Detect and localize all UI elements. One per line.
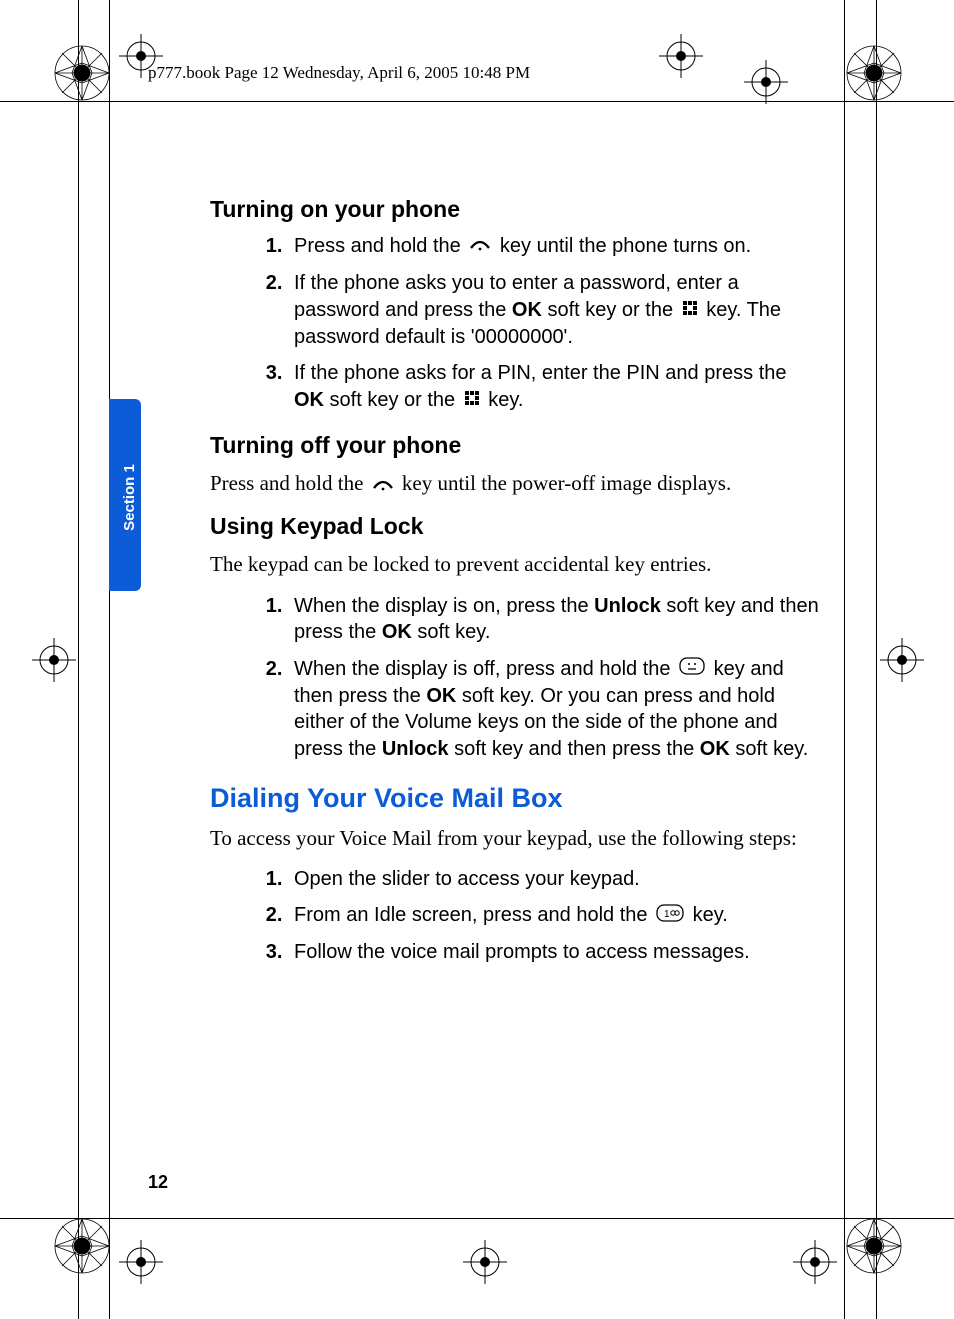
- crop-line-left-inner: [109, 0, 110, 1319]
- menu-grid-key-icon: [464, 387, 480, 414]
- heading-turning-on: Turning on your phone: [210, 196, 820, 223]
- registration-crosshair-icon: [880, 638, 924, 682]
- keypad-lock-steps: When the display is on, press the Unlock…: [210, 593, 820, 763]
- header-stamp: p777.book Page 12 Wednesday, April 6, 20…: [148, 63, 530, 83]
- end-call-key-icon: [372, 471, 394, 499]
- crop-line-right-inner: [844, 0, 845, 1319]
- crop-line-top: [0, 101, 954, 102]
- soft-key-icon: [679, 656, 705, 683]
- crop-line-left-outer: [78, 0, 79, 1319]
- section-tab-label: Section 1: [121, 464, 138, 531]
- page-container: p777.book Page 12 Wednesday, April 6, 20…: [0, 0, 954, 1319]
- registration-crosshair-icon: [659, 34, 703, 78]
- heading-voice-mail: Dialing Your Voice Mail Box: [210, 783, 820, 814]
- registration-crosshair-icon: [793, 1240, 837, 1284]
- turning-on-steps: Press and hold the key until the phone t…: [210, 233, 820, 414]
- list-item: If the phone asks you to enter a passwor…: [288, 270, 820, 350]
- registration-crosshair-icon: [744, 60, 788, 104]
- paragraph-keypad-lock: The keypad can be locked to prevent acci…: [210, 550, 820, 578]
- menu-grid-key-icon: [682, 297, 698, 324]
- svg-text:1: 1: [664, 909, 670, 920]
- content-area: Turning on your phone Press and hold the…: [210, 196, 820, 984]
- registration-crosshair-icon: [463, 1240, 507, 1284]
- registration-starburst-bottom-left: [54, 1218, 110, 1274]
- crop-line-right-outer: [876, 0, 877, 1319]
- registration-starburst-top-left: [54, 45, 110, 101]
- paragraph-voice-mail: To access your Voice Mail from your keyp…: [210, 824, 820, 852]
- section-tab: Section 1: [109, 399, 141, 591]
- list-item: From an Idle screen, press and hold the …: [288, 902, 820, 929]
- list-item: Follow the voice mail prompts to access …: [288, 939, 820, 966]
- list-item: When the display is on, press the Unlock…: [288, 593, 820, 646]
- registration-starburst-bottom-right: [846, 1218, 902, 1274]
- heading-keypad-lock: Using Keypad Lock: [210, 513, 820, 540]
- list-item: When the display is off, press and hold …: [288, 656, 820, 763]
- registration-crosshair-icon: [119, 1240, 163, 1284]
- list-item: Open the slider to access your keypad.: [288, 866, 820, 893]
- heading-turning-off: Turning off your phone: [210, 432, 820, 459]
- crop-line-bottom: [0, 1218, 954, 1219]
- registration-starburst-top-right: [846, 45, 902, 101]
- one-key-icon: 1: [656, 903, 684, 930]
- paragraph-turning-off: Press and hold the key until the power-o…: [210, 469, 820, 499]
- list-item: Press and hold the key until the phone t…: [288, 233, 820, 260]
- voice-mail-steps: Open the slider to access your keypad. F…: [210, 866, 820, 966]
- end-call-key-icon: [469, 233, 491, 260]
- list-item: If the phone asks for a PIN, enter the P…: [288, 360, 820, 414]
- registration-crosshair-icon: [32, 638, 76, 682]
- page-number: 12: [148, 1172, 168, 1193]
